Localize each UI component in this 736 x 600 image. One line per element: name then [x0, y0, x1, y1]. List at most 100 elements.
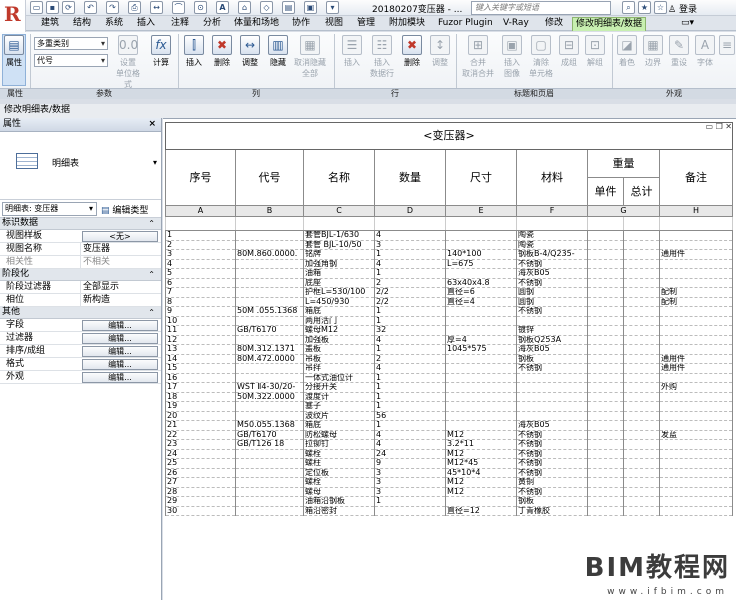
- table-cell[interactable]: [623, 315, 660, 326]
- table-cell[interactable]: [587, 296, 624, 307]
- table-cell[interactable]: 4: [374, 334, 446, 345]
- tab-overflow-button[interactable]: ▭▾: [678, 17, 697, 31]
- shading-button[interactable]: ◪ 着色: [616, 35, 638, 68]
- table-cell[interactable]: 护框L=530/100: [303, 287, 375, 298]
- edit-property-button[interactable]: 编辑...: [82, 320, 158, 331]
- table-cell[interactable]: [587, 239, 624, 250]
- text-icon[interactable]: A: [216, 1, 229, 14]
- table-cell[interactable]: [235, 315, 304, 326]
- table-cell[interactable]: 17: [165, 382, 236, 393]
- table-cell[interactable]: [623, 486, 660, 497]
- table-cell[interactable]: 两用活门: [303, 315, 375, 326]
- edit-property-button[interactable]: 编辑...: [82, 359, 158, 370]
- table-cell[interactable]: [587, 401, 624, 412]
- table-cell[interactable]: [658, 325, 734, 336]
- table-cell[interactable]: [445, 315, 517, 326]
- collapse-icon[interactable]: ⌃: [148, 269, 155, 280]
- table-cell[interactable]: 不锈钢: [516, 439, 588, 450]
- redo-icon[interactable]: ↷: [106, 1, 119, 14]
- table-cell[interactable]: [623, 382, 660, 393]
- table-cell[interactable]: 20: [165, 410, 236, 421]
- table-cell[interactable]: [587, 439, 624, 450]
- table-cell[interactable]: 不锈钢: [516, 363, 588, 374]
- table-cell[interactable]: [623, 372, 660, 383]
- table-cell[interactable]: [623, 420, 660, 431]
- table-cell[interactable]: [658, 410, 734, 421]
- font-button[interactable]: A 字体: [694, 35, 716, 68]
- tab-9[interactable]: 管理: [354, 17, 378, 31]
- table-cell[interactable]: 16: [165, 372, 236, 383]
- dimension-icon[interactable]: ⌒: [172, 1, 185, 14]
- settings-button[interactable]: 0.0 设置 单位格式: [113, 35, 143, 90]
- app-menu-button[interactable]: R: [0, 0, 26, 34]
- column-letter[interactable]: F: [516, 205, 588, 217]
- table-cell[interactable]: [374, 505, 446, 516]
- insert-image-button[interactable]: ▣ 插入 图像: [500, 35, 524, 79]
- table-cell[interactable]: 1: [374, 315, 446, 326]
- table-cell[interactable]: 1: [165, 230, 236, 241]
- tab-8[interactable]: 视图: [322, 17, 346, 31]
- table-cell[interactable]: 4: [374, 429, 446, 440]
- table-cell[interactable]: M12*45: [445, 458, 517, 469]
- table-cell[interactable]: 26: [165, 467, 236, 478]
- table-cell[interactable]: [587, 391, 624, 402]
- table-cell[interactable]: [516, 382, 588, 393]
- table-cell[interactable]: [235, 458, 304, 469]
- column-header[interactable]: 序号: [165, 149, 236, 206]
- table-cell[interactable]: [235, 401, 304, 412]
- column-header[interactable]: 尺寸: [445, 149, 517, 206]
- table-cell[interactable]: [623, 496, 660, 507]
- table-cell[interactable]: 21: [165, 420, 236, 431]
- table-cell[interactable]: 2: [374, 277, 446, 288]
- table-cell[interactable]: [658, 239, 734, 250]
- table-cell[interactable]: 套管 BJL-10/50: [303, 239, 375, 250]
- table-cell[interactable]: 防松螺母: [303, 429, 375, 440]
- tab-14[interactable]: 修改明细表/数据: [572, 17, 647, 31]
- login-button[interactable]: ♙ 登录: [668, 2, 697, 15]
- table-cell[interactable]: 56: [374, 410, 446, 421]
- calculate-button[interactable]: fx 计算: [148, 35, 174, 68]
- table-cell[interactable]: [658, 401, 734, 412]
- table-cell[interactable]: [587, 410, 624, 421]
- table-cell[interactable]: [658, 315, 734, 326]
- table-cell[interactable]: [587, 486, 624, 497]
- table-cell[interactable]: [623, 268, 660, 279]
- table-cell[interactable]: 圆钢: [516, 287, 588, 298]
- table-cell[interactable]: 1: [374, 401, 446, 412]
- table-cell[interactable]: [623, 467, 660, 478]
- align-button[interactable]: ≡: [718, 35, 736, 57]
- table-cell[interactable]: [658, 230, 734, 241]
- column-adjust-button[interactable]: ↔ 调整: [238, 35, 262, 68]
- 3d-view-icon[interactable]: ⌂: [238, 1, 251, 14]
- switch-windows-icon[interactable]: ▣: [304, 1, 317, 14]
- reset-button[interactable]: ✎ 重设: [668, 35, 690, 68]
- table-cell[interactable]: [658, 334, 734, 345]
- table-cell[interactable]: 80M.860.0000.: [235, 249, 304, 260]
- column-delete-button[interactable]: ✖ 删除: [210, 35, 234, 68]
- table-cell[interactable]: [658, 277, 734, 288]
- table-cell[interactable]: 螺柱: [303, 458, 375, 469]
- table-cell[interactable]: 14: [165, 353, 236, 364]
- table-cell[interactable]: [516, 410, 588, 421]
- close-hidden-icon[interactable]: ▤: [282, 1, 295, 14]
- table-cell[interactable]: [658, 372, 734, 383]
- table-cell[interactable]: 4: [374, 363, 446, 374]
- table-cell[interactable]: 80M.472.0000: [235, 353, 304, 364]
- table-cell[interactable]: [658, 344, 734, 355]
- column-header[interactable]: 代号: [235, 149, 304, 206]
- table-cell[interactable]: [587, 353, 624, 364]
- table-cell[interactable]: [623, 239, 660, 250]
- table-cell[interactable]: 镀锌: [516, 325, 588, 336]
- table-cell[interactable]: 钢板Q253A: [516, 334, 588, 345]
- table-cell[interactable]: [587, 258, 624, 269]
- row-insert-button[interactable]: ☰ 插入: [340, 35, 364, 68]
- table-cell[interactable]: 螺栓: [303, 448, 375, 459]
- table-cell[interactable]: [658, 391, 734, 402]
- table-cell[interactable]: [235, 258, 304, 269]
- table-cell[interactable]: [235, 477, 304, 488]
- table-cell[interactable]: [587, 363, 624, 374]
- table-cell[interactable]: 2: [374, 353, 446, 364]
- table-cell[interactable]: [516, 372, 588, 383]
- table-cell[interactable]: 箱底: [303, 420, 375, 431]
- unhide-all-button[interactable]: ▦ 取消隐藏 全部: [292, 35, 328, 79]
